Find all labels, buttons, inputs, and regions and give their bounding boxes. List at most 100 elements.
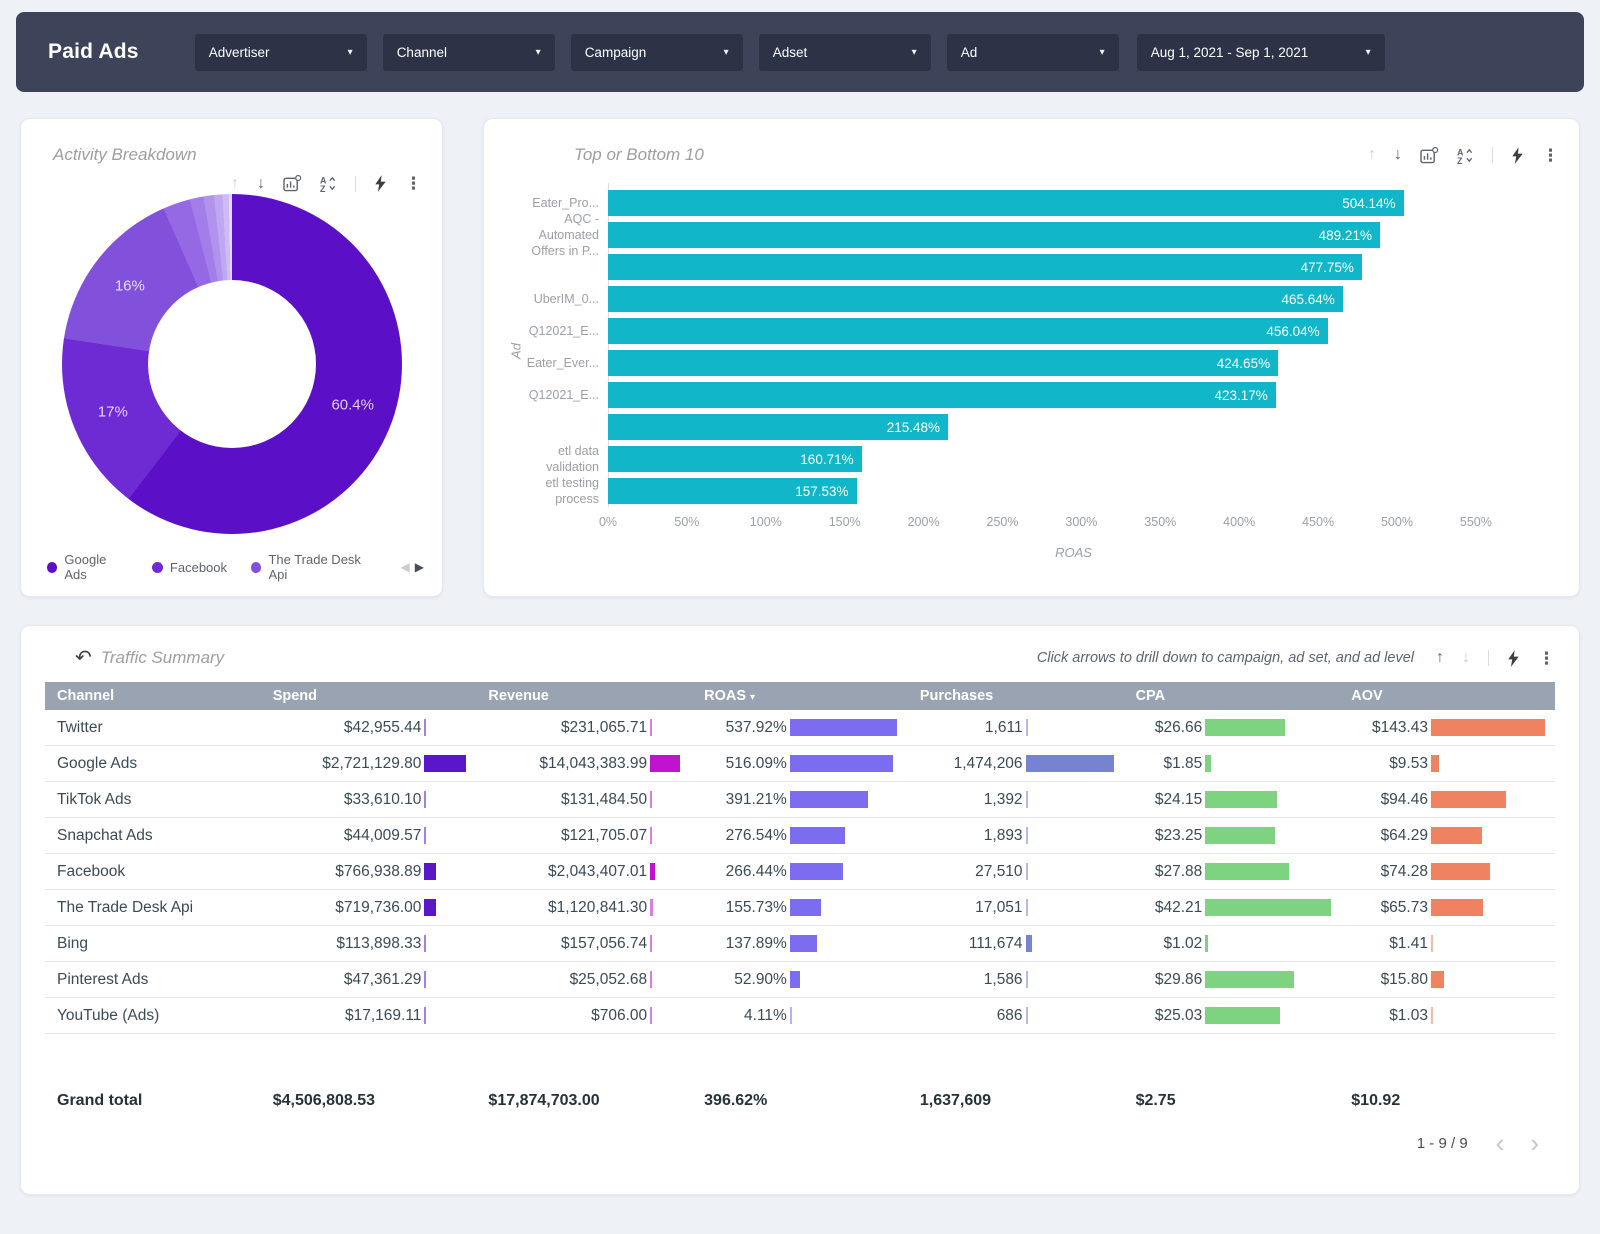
lightning-icon[interactable] [1511, 147, 1524, 164]
chevron-down-icon: ▾ [912, 47, 917, 58]
bar-value-label: 423.17% [1214, 388, 1267, 403]
bar-value-label: 157.53% [795, 484, 848, 499]
legend-item[interactable]: Facebook [152, 552, 227, 582]
spend-bar-box [424, 971, 476, 988]
legend-item[interactable]: Google Ads [47, 552, 128, 582]
donut-ring[interactable] [62, 194, 402, 534]
revenue-bar [650, 935, 652, 952]
bar[interactable]: 160.71% [608, 446, 862, 472]
chart-options-icon[interactable] [283, 175, 302, 192]
filter-dropdown-ad[interactable]: Ad▾ [947, 34, 1119, 71]
purchases-bar [1026, 971, 1028, 988]
filter-dropdown-campaign[interactable]: Campaign▾ [571, 34, 743, 71]
aov-cell: $1.41 [1339, 935, 1555, 953]
move-down-icon[interactable]: ↓ [1394, 147, 1402, 163]
spend-value: $113,898.33 [336, 935, 421, 953]
column-header-cpa[interactable]: CPA [1124, 688, 1340, 704]
bar[interactable]: 215.48% [608, 414, 948, 440]
spend-bar [424, 719, 426, 736]
bar[interactable]: 456.04% [608, 318, 1328, 344]
move-down-icon[interactable]: ↓ [1462, 650, 1470, 666]
table-row[interactable]: Pinterest Ads$47,361.29$25,052.6852.90%1… [45, 962, 1555, 998]
spend-cell: $33,610.10 [261, 791, 477, 809]
date-range-dropdown[interactable]: Aug 1, 2021 - Sep 1, 2021 ▾ [1137, 34, 1385, 71]
drill-up-icon[interactable]: ↶ [75, 648, 92, 668]
page-next-icon[interactable]: › [1530, 1130, 1539, 1156]
column-header-roas[interactable]: ROAS▾ [692, 688, 908, 704]
column-header-aov[interactable]: AOV [1339, 688, 1555, 704]
grand-total-row: Grand total $4,506,808.53 $17,874,703.00… [45, 1092, 1555, 1110]
revenue-bar [650, 719, 652, 736]
bar-value-label: 465.64% [1281, 292, 1334, 307]
bar[interactable]: 477.75% [608, 254, 1362, 280]
move-up-icon[interactable]: ↑ [231, 176, 239, 192]
filter-dropdown-channel[interactable]: Channel▾ [383, 34, 555, 71]
table-row[interactable]: TikTok Ads$33,610.10$131,484.50391.21%1,… [45, 782, 1555, 818]
x-axis-tick: 100% [750, 515, 782, 529]
table-row[interactable]: Snapchat Ads$44,009.57$121,705.07276.54%… [45, 818, 1555, 854]
bar[interactable]: 465.64% [608, 286, 1343, 312]
lightning-icon[interactable] [374, 175, 387, 192]
move-up-icon[interactable]: ↑ [1368, 147, 1376, 163]
bar[interactable]: 157.53% [608, 478, 857, 504]
spend-value: $719,736.00 [335, 899, 421, 917]
bar[interactable]: 504.14% [608, 190, 1404, 216]
column-header-purchases[interactable]: Purchases [908, 688, 1124, 704]
legend-item[interactable]: The Trade Desk Api [251, 552, 377, 582]
cpa-bar-box [1205, 863, 1339, 880]
move-up-icon[interactable]: ↑ [1436, 650, 1444, 666]
column-header-revenue[interactable]: Revenue [476, 688, 692, 704]
kebab-menu-icon[interactable]: ⋮ [1538, 650, 1555, 667]
table-row[interactable]: Google Ads$2,721,129.80$14,043,383.99516… [45, 746, 1555, 782]
purchases-value: 111,674 [969, 935, 1023, 953]
bar[interactable]: 423.17% [608, 382, 1276, 408]
spend-value: $17,169.11 [345, 1007, 421, 1025]
purchases-bar [1026, 935, 1033, 952]
roas-value: 155.73% [726, 899, 787, 917]
x-axis-tick: 350% [1144, 515, 1176, 529]
lightning-icon[interactable] [1507, 650, 1520, 667]
filter-label: Ad [961, 45, 978, 60]
spend-bar-box [424, 899, 476, 916]
bar-chart: Eater_Pro...504.14%AQC -AutomatedOffers … [504, 187, 1559, 507]
bar-value-label: 504.14% [1342, 196, 1395, 211]
x-axis-tick: 400% [1223, 515, 1255, 529]
sort-az-icon[interactable]: AZ [1457, 147, 1474, 164]
sort-az-icon[interactable]: AZ [320, 175, 337, 192]
bar-plot-area: 157.53% [608, 478, 1539, 504]
legend-next-icon[interactable]: ▶ [415, 560, 424, 574]
legend-label: The Trade Desk Api [268, 552, 376, 582]
table-row[interactable]: YouTube (Ads)$17,169.11$706.004.11%686$2… [45, 998, 1555, 1034]
purchases-value: 686 [997, 1007, 1023, 1025]
chart-options-icon[interactable] [1420, 147, 1439, 164]
kebab-menu-icon[interactable]: ⋮ [1542, 147, 1559, 164]
bar[interactable]: 424.65% [608, 350, 1278, 376]
bar[interactable]: 489.21% [608, 222, 1380, 248]
aov-bar-box [1431, 791, 1555, 808]
channel-cell: Twitter [45, 719, 261, 737]
purchases-bar [1026, 719, 1028, 736]
bar-plot-area: 477.75% [608, 254, 1539, 280]
donut-chart[interactable]: 60.4%17%16% [62, 194, 402, 534]
sort-caret-icon: ▾ [750, 692, 755, 703]
bar-value-label: 489.21% [1319, 228, 1372, 243]
purchases-bar-box [1026, 1007, 1124, 1024]
column-header-channel[interactable]: Channel [45, 688, 261, 704]
spend-value: $2,721,129.80 [322, 755, 421, 773]
legend-prev-icon[interactable]: ◀ [401, 560, 410, 574]
kebab-menu-icon[interactable]: ⋮ [405, 175, 422, 192]
bar-chart-row: Eater_Ever...424.65% [504, 347, 1559, 379]
column-header-spend[interactable]: Spend [261, 688, 477, 704]
table-row[interactable]: Facebook$766,938.89$2,043,407.01266.44%2… [45, 854, 1555, 890]
move-down-icon[interactable]: ↓ [257, 176, 265, 192]
revenue-bar-box [650, 863, 692, 880]
page-prev-icon[interactable]: ‹ [1496, 1130, 1505, 1156]
table-row[interactable]: Twitter$42,955.44$231,065.71537.92%1,611… [45, 710, 1555, 746]
table-row[interactable]: The Trade Desk Api$719,736.00$1,120,841.… [45, 890, 1555, 926]
drill-hint: Click arrows to drill down to campaign, … [1037, 650, 1414, 666]
spend-bar [424, 1007, 426, 1024]
filter-dropdown-adset[interactable]: Adset▾ [759, 34, 931, 71]
filter-dropdown-advertiser[interactable]: Advertiser▾ [195, 34, 367, 71]
aov-bar [1431, 755, 1439, 772]
table-row[interactable]: Bing$113,898.33$157,056.74137.89%111,674… [45, 926, 1555, 962]
